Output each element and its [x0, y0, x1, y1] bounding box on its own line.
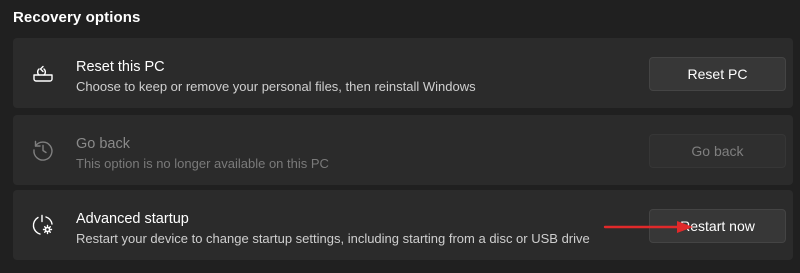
go-back-button[interactable]: Go back — [649, 134, 786, 168]
advanced-startup-title: Advanced startup — [76, 211, 189, 227]
advanced-startup-icon — [31, 213, 55, 237]
reset-pc-card: Reset this PC Choose to keep or remove y… — [13, 38, 793, 108]
annotation-arrow-icon — [603, 221, 693, 233]
reset-pc-description: Choose to keep or remove your personal f… — [76, 79, 476, 94]
go-back-card: Go back This option is no longer availab… — [13, 115, 793, 185]
go-back-description: This option is no longer available on th… — [76, 156, 329, 171]
advanced-startup-card: Advanced startup Restart your device to … — [13, 190, 793, 260]
go-back-title: Go back — [76, 136, 130, 152]
reset-pc-icon — [31, 61, 55, 85]
history-icon — [31, 138, 55, 162]
advanced-startup-description: Restart your device to change startup se… — [76, 231, 590, 246]
section-title: Recovery options — [13, 9, 141, 26]
reset-pc-title: Reset this PC — [76, 59, 165, 75]
reset-pc-button[interactable]: Reset PC — [649, 57, 786, 91]
